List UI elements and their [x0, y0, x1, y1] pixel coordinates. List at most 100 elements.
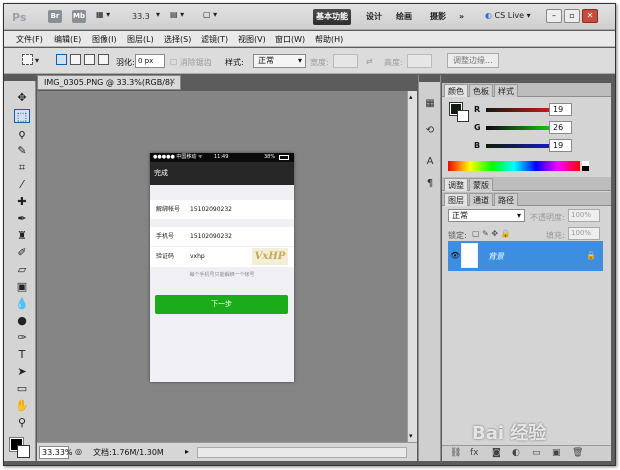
eye-icon[interactable]: 👁: [450, 251, 460, 260]
tab-color[interactable]: 颜色: [444, 84, 468, 97]
close-button[interactable]: ✕: [582, 9, 598, 23]
blend-mode-select[interactable]: 正常 ▾: [448, 209, 525, 222]
cs-live-menu[interactable]: ◐ CS Live ▾: [485, 11, 531, 20]
menu-image[interactable]: 图像(I): [92, 34, 117, 45]
eraser-tool-icon[interactable]: ▱: [14, 263, 30, 277]
vertical-scrollbar[interactable]: ▴ ▾: [407, 91, 417, 442]
restore-button[interactable]: ▫: [564, 9, 580, 23]
height-input[interactable]: [407, 54, 432, 68]
tab-adjustments[interactable]: 调整: [444, 178, 468, 191]
fill-input[interactable]: 100%: [568, 227, 600, 240]
arrange-documents-dropdown[interactable]: ▤ ▾: [170, 10, 184, 19]
history-panel-icon[interactable]: ▦: [423, 97, 437, 111]
background-color-swatch[interactable]: [17, 445, 30, 458]
add-mask-icon[interactable]: ◙: [492, 448, 501, 458]
lasso-tool-icon[interactable]: ϙ: [14, 127, 30, 141]
status-menu-icon[interactable]: ◎: [75, 447, 82, 456]
menu-filter[interactable]: 滤镜(T): [201, 34, 228, 45]
close-icon[interactable]: ×: [168, 76, 176, 89]
stamp-tool-icon[interactable]: ♜: [14, 229, 30, 243]
paragraph-panel-icon[interactable]: ¶: [423, 177, 437, 191]
delete-layer-icon[interactable]: 🗑: [572, 448, 583, 458]
menu-layer[interactable]: 图层(L): [127, 34, 154, 45]
path-select-tool-icon[interactable]: ➤: [14, 365, 30, 379]
channel-b-input[interactable]: 19: [549, 139, 572, 152]
opacity-input[interactable]: 100%: [568, 209, 600, 222]
layer-row-background[interactable]: 👁 背景 🔒: [448, 241, 603, 271]
tab-swatches[interactable]: 色板: [469, 84, 493, 97]
swap-icon[interactable]: ⇄: [366, 57, 373, 66]
workspace-essentials[interactable]: 基本功能: [313, 9, 351, 25]
document-info[interactable]: 文档:1.76M/1.30M: [93, 447, 164, 458]
document-tab[interactable]: IMG_0305.PNG @ 33.3%(RGB/8) ×: [37, 75, 181, 90]
dodge-tool-icon[interactable]: ●: [14, 314, 30, 328]
eyedropper-tool-icon[interactable]: ⁄: [14, 178, 30, 192]
new-selection-icon[interactable]: [56, 54, 67, 65]
more-workspaces-button[interactable]: »: [456, 9, 467, 25]
layer-style-icon[interactable]: fx: [470, 448, 479, 458]
width-input[interactable]: [333, 54, 358, 68]
workspace-painting[interactable]: 绘画: [393, 9, 415, 25]
preset-chevron-icon[interactable]: ▾: [35, 56, 39, 65]
scroll-down-icon[interactable]: ▾: [409, 432, 413, 440]
link-layers-icon[interactable]: ⛓: [450, 448, 461, 458]
type-tool-icon[interactable]: T: [14, 348, 30, 362]
zoom-chevron-icon[interactable]: ▾: [156, 10, 160, 19]
new-layer-icon[interactable]: ▣: [552, 448, 561, 458]
canvas-area[interactable]: ●●●●● 中国移动 ᯤ 11:49 38% 完成 解绑帐号 151020902…: [37, 91, 407, 442]
extras-dropdown[interactable]: ▦ ▾: [96, 10, 110, 19]
menu-help[interactable]: 帮助(H): [315, 34, 343, 45]
subtract-selection-icon[interactable]: [84, 54, 95, 65]
menu-view[interactable]: 视图(V): [238, 34, 266, 45]
feather-input[interactable]: 0 px: [135, 54, 165, 68]
channel-r-input[interactable]: 19: [549, 103, 572, 116]
refine-edge-button[interactable]: 调整边缘...: [447, 53, 499, 68]
zoom-field[interactable]: 33.33%: [39, 446, 73, 459]
zoom-level-dropdown[interactable]: 33.3: [132, 12, 150, 21]
tab-styles[interactable]: 样式: [494, 84, 518, 97]
zoom-tool-icon[interactable]: ⚲: [14, 416, 30, 430]
workspace-design[interactable]: 设计: [363, 9, 385, 25]
blur-tool-icon[interactable]: 💧: [14, 297, 30, 311]
tab-channels[interactable]: 通道: [469, 193, 493, 206]
bridge-button[interactable]: Br: [48, 10, 62, 23]
marquee-preset-icon[interactable]: [22, 54, 33, 65]
new-group-icon[interactable]: ▭: [532, 448, 541, 458]
shape-tool-icon[interactable]: ▭: [14, 382, 30, 396]
color-bg-swatch[interactable]: [457, 110, 469, 122]
channel-g-input[interactable]: 26: [549, 121, 572, 134]
tab-masks[interactable]: 蒙版: [469, 178, 493, 191]
quick-select-tool-icon[interactable]: ✎: [14, 144, 30, 158]
move-tool-icon[interactable]: ✥: [14, 91, 30, 105]
color-ramp[interactable]: [448, 161, 580, 171]
mini-bridge-button[interactable]: Mb: [72, 10, 86, 23]
tab-layers[interactable]: 图层: [444, 193, 468, 206]
marquee-tool-icon[interactable]: ⬚: [14, 109, 30, 123]
horizontal-scrollbar[interactable]: [197, 447, 407, 458]
color-ramp-bw[interactable]: [582, 161, 589, 171]
hand-tool-icon[interactable]: ✋: [14, 399, 30, 413]
gradient-tool-icon[interactable]: ▣: [14, 280, 30, 294]
minimize-button[interactable]: –: [546, 9, 562, 23]
screen-mode-dropdown[interactable]: ▢ ▾: [203, 10, 217, 19]
pen-tool-icon[interactable]: ✑: [14, 331, 30, 345]
style-select[interactable]: 正常 ▾: [253, 54, 306, 68]
menu-select[interactable]: 选择(S): [164, 34, 191, 45]
status-arrow-icon[interactable]: ▸: [185, 447, 189, 456]
character-panel-icon[interactable]: A: [423, 155, 437, 169]
workspace-photography[interactable]: 摄影: [427, 9, 449, 25]
adjustment-layer-icon[interactable]: ◐: [512, 448, 520, 458]
history-brush-tool-icon[interactable]: ✐: [14, 246, 30, 260]
tab-paths[interactable]: 路径: [494, 193, 518, 206]
lock-options-icon[interactable]: ▢ ✎ ✥ 🔒: [472, 229, 511, 238]
antialias-checkbox[interactable]: ☐ 消除锯齿: [170, 57, 212, 68]
scroll-up-icon[interactable]: ▴: [409, 93, 413, 101]
actions-panel-icon[interactable]: ⟲: [423, 124, 437, 138]
crop-tool-icon[interactable]: ⌗: [14, 161, 30, 175]
menu-window[interactable]: 窗口(W): [275, 34, 305, 45]
healing-tool-icon[interactable]: ✚: [14, 195, 30, 209]
brush-tool-icon[interactable]: ✒: [14, 212, 30, 226]
add-selection-icon[interactable]: [70, 54, 81, 65]
menu-edit[interactable]: 编辑(E): [54, 34, 81, 45]
intersect-selection-icon[interactable]: [98, 54, 109, 65]
